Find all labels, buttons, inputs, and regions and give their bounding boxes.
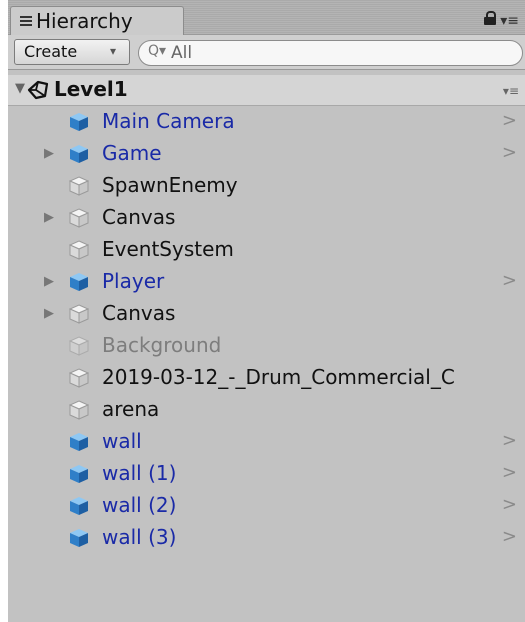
chevron-right-icon[interactable]: >: [502, 142, 517, 163]
hierarchy-item-label: SpawnEnemy: [102, 173, 238, 197]
hierarchy-item[interactable]: wall (2) >: [8, 490, 525, 522]
search-field[interactable]: Q▾: [138, 40, 523, 66]
chevron-right-icon[interactable]: >: [502, 494, 517, 515]
search-input[interactable]: [171, 43, 501, 63]
hierarchy-toolbar: Create ▾ Q▾: [8, 35, 525, 70]
hierarchy-item-label: arena: [102, 397, 160, 421]
gameobject-cube-icon: [68, 367, 90, 389]
prefab-cube-icon: [68, 143, 90, 165]
prefab-cube-icon: [68, 431, 90, 453]
tab-bar: Hierarchy ▾≡: [8, 0, 525, 35]
hierarchy-item[interactable]: EventSystem: [8, 234, 525, 266]
hierarchy-item-label: wall: [102, 429, 142, 453]
gameobject-cube-icon: [68, 335, 90, 357]
hierarchy-panel: Hierarchy ▾≡ Create ▾ Q▾ ▼ Level1 ▾≡ Mai…: [8, 0, 525, 622]
hierarchy-item[interactable]: Main Camera >: [8, 106, 525, 138]
hierarchy-item-label: Canvas: [102, 301, 176, 325]
hierarchy-item[interactable]: ▶ Canvas: [8, 298, 525, 330]
chevron-right-icon[interactable]: >: [502, 270, 517, 291]
hierarchy-item-label: Game: [102, 141, 162, 165]
gameobject-cube-icon: [68, 303, 90, 325]
hierarchy-item[interactable]: Background: [8, 330, 525, 362]
prefab-cube-icon: [68, 495, 90, 517]
unity-logo-icon: [27, 80, 49, 100]
hierarchy-list: Main Camera > ▶ Game > SpawnEnemy ▶ Canvas Event…: [8, 106, 525, 554]
foldout-arrow-icon[interactable]: ▶: [44, 306, 54, 321]
scene-menu-icon[interactable]: ▾≡: [503, 84, 519, 98]
hierarchy-item[interactable]: ▶ Game >: [8, 138, 525, 170]
prefab-cube-icon: [68, 527, 90, 549]
hierarchy-item-label: wall (1): [102, 461, 177, 485]
chevron-right-icon[interactable]: >: [502, 526, 517, 547]
tab-menu-icon[interactable]: ▾≡: [500, 13, 519, 29]
tab-hierarchy[interactable]: Hierarchy: [10, 6, 184, 35]
lock-icon[interactable]: [484, 11, 496, 25]
foldout-arrow-icon[interactable]: ▶: [44, 146, 54, 161]
hierarchy-item-label: Main Camera: [102, 109, 235, 133]
tab-label: Hierarchy: [36, 9, 133, 33]
hierarchy-item[interactable]: ▶ Player >: [8, 266, 525, 298]
chevron-right-icon[interactable]: >: [502, 110, 517, 131]
foldout-arrow-icon[interactable]: ▼: [15, 81, 25, 96]
scene-name: Level1: [54, 77, 128, 101]
prefab-cube-icon: [68, 463, 90, 485]
prefab-cube-icon: [68, 111, 90, 133]
gameobject-cube-icon: [68, 207, 90, 229]
hierarchy-item[interactable]: 2019-03-12_-_Drum_Commercial_C: [8, 362, 525, 394]
hierarchy-item[interactable]: wall (3) >: [8, 522, 525, 554]
prefab-cube-icon: [68, 271, 90, 293]
foldout-arrow-icon[interactable]: ▶: [44, 274, 54, 289]
search-icon: Q▾: [148, 43, 167, 59]
create-button-label: Create: [24, 42, 78, 61]
hierarchy-item[interactable]: SpawnEnemy: [8, 170, 525, 202]
hierarchy-item[interactable]: wall (1) >: [8, 458, 525, 490]
foldout-arrow-icon[interactable]: ▶: [44, 210, 54, 225]
hierarchy-item-label: EventSystem: [102, 237, 234, 261]
chevron-down-icon: ▾: [110, 44, 117, 58]
hierarchy-list-icon: [20, 16, 32, 26]
scene-header[interactable]: ▼ Level1 ▾≡: [8, 75, 525, 106]
hierarchy-item[interactable]: ▶ Canvas: [8, 202, 525, 234]
gameobject-cube-icon: [68, 399, 90, 421]
hierarchy-item-label: Background: [102, 333, 222, 357]
create-button[interactable]: Create ▾: [14, 39, 130, 65]
hierarchy-item-label: Canvas: [102, 205, 176, 229]
chevron-right-icon[interactable]: >: [502, 430, 517, 451]
gameobject-cube-icon: [68, 175, 90, 197]
chevron-right-icon[interactable]: >: [502, 462, 517, 483]
hierarchy-item[interactable]: arena: [8, 394, 525, 426]
hierarchy-item-label: wall (2): [102, 493, 177, 517]
hierarchy-item-label: 2019-03-12_-_Drum_Commercial_C: [102, 365, 455, 389]
hierarchy-item-label: wall (3): [102, 525, 177, 549]
hierarchy-item[interactable]: wall >: [8, 426, 525, 458]
hierarchy-item-label: Player: [102, 269, 165, 293]
gameobject-cube-icon: [68, 239, 90, 261]
